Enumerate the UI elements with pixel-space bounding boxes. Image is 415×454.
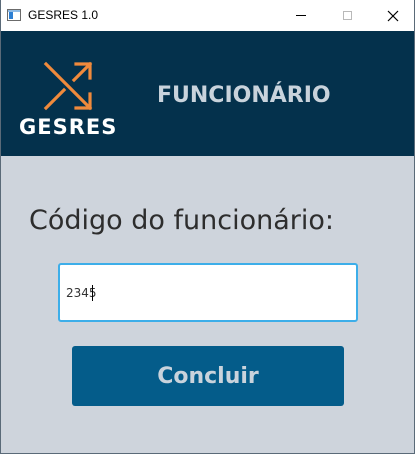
text-caret — [92, 285, 93, 301]
app-icon — [7, 9, 21, 21]
minimize-button[interactable] — [278, 0, 324, 31]
title-bar[interactable]: GESRES 1.0 — [1, 0, 414, 31]
submit-button[interactable]: Concluir — [72, 346, 344, 406]
maximize-icon — [342, 11, 352, 20]
logo-text: GESRES — [19, 115, 118, 139]
close-icon — [387, 10, 399, 21]
page-title: FUNCIONÁRIO — [157, 83, 331, 108]
shuffle-arrows-icon — [43, 61, 93, 111]
employee-code-label: Código do funcionário: — [29, 205, 334, 236]
header-banner: GESRES FUNCIONÁRIO — [1, 31, 414, 156]
window-title: GESRES 1.0 — [28, 8, 99, 22]
employee-code-input[interactable] — [58, 263, 358, 322]
minimize-icon — [296, 15, 306, 16]
close-button[interactable] — [370, 0, 414, 31]
app-window: GESRES 1.0 GESRES FUNCIONÁRIO Código do … — [0, 0, 415, 454]
maximize-button[interactable] — [324, 0, 370, 31]
